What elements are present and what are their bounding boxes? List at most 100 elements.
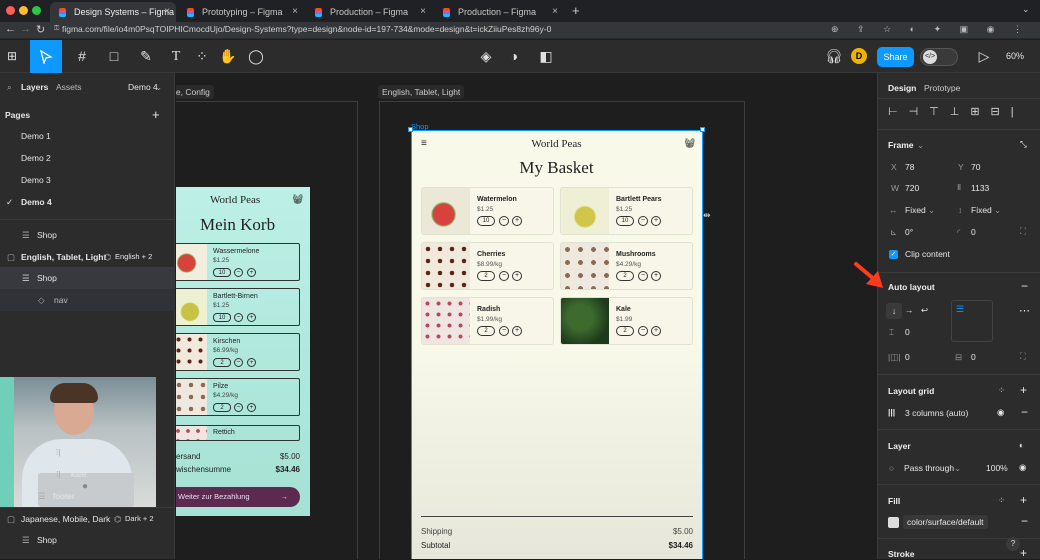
resize-handle[interactable] [700, 127, 705, 132]
close-tab-icon[interactable]: × [552, 2, 558, 22]
search-icon[interactable]: ⌕ [7, 76, 12, 98]
tab-design[interactable]: Design [888, 83, 916, 93]
chevron-down-icon[interactable]: ⌄ [928, 205, 935, 216]
layer-item[interactable]: ☰ Shop [0, 529, 175, 551]
layer-item[interactable]: ☰ footer [0, 485, 175, 507]
layer-item[interactable]: ◇ nav [0, 289, 175, 311]
individual-padding-icon[interactable]: ⛶ [1020, 351, 1026, 362]
vertical-padding-input[interactable]: 0 [971, 352, 976, 362]
auto-layout-heading[interactable]: Auto layout [888, 282, 935, 292]
browser-tab[interactable]: Production – Figma × [306, 2, 432, 22]
quantity-field[interactable]: 10 [213, 268, 231, 277]
plus-icon[interactable]: + [651, 326, 661, 336]
layer-item[interactable]: ☰ Shop [0, 224, 175, 246]
independent-corners-icon[interactable]: ⛶ [1020, 226, 1026, 237]
share-button[interactable]: Share [877, 47, 914, 67]
minus-icon[interactable]: − [234, 268, 243, 277]
opacity-input[interactable]: 100% [986, 463, 1008, 473]
add-grid-icon[interactable]: + [1020, 383, 1027, 397]
layout-grid-value[interactable]: 3 columns (auto) [905, 408, 968, 418]
add-fill-icon[interactable]: + [1020, 493, 1027, 507]
tab-layers[interactable]: Layers [21, 76, 48, 98]
radius-input[interactable]: 0 [971, 227, 976, 237]
quantity-field[interactable]: 10 [213, 313, 231, 322]
present-icon[interactable]: ▷ [968, 40, 1000, 73]
add-page-icon[interactable]: + [152, 104, 160, 126]
list-item[interactable]: Kirschen $6.99/kg 2− + [176, 333, 300, 371]
forward-icon[interactable]: → [20, 23, 31, 35]
minus-icon[interactable]: − [499, 326, 509, 336]
layer-item[interactable]: ▢ English, Tablet, Light ⌬ English + 2 [0, 246, 175, 268]
alignment-tools[interactable]: ⊢⊣⊤⊥⊞⊟| [888, 105, 1025, 118]
dev-mode-toggle[interactable]: </> [920, 48, 958, 66]
width-input[interactable]: 720 [905, 183, 919, 193]
checkout-button[interactable]: Weiter zur Bezahlung → [176, 487, 300, 507]
design-canvas[interactable]: le, Config English, Tablet, Light World … [176, 73, 876, 559]
list-item[interactable]: Pilze $4.29/kg 2− + [176, 378, 300, 416]
alignment-grid[interactable]: ☰ [951, 300, 993, 342]
theme-contrast-icon[interactable]: ◑ [498, 40, 530, 73]
product-card[interactable]: Radish $1.99/kg 2− + [421, 297, 554, 345]
minus-icon[interactable]: − [234, 403, 243, 412]
remove-auto-layout-icon[interactable]: − [1021, 279, 1028, 293]
page-switcher[interactable]: Demo 4 [128, 76, 158, 98]
basket-icon[interactable]: 🧺︎ [684, 138, 695, 149]
chevron-down-icon[interactable]: ⌄ [1022, 4, 1030, 15]
quantity-field[interactable]: 2 [616, 326, 634, 336]
plus-icon[interactable]: + [247, 268, 256, 277]
chevron-down-icon[interactable]: ⌄ [155, 76, 162, 98]
x-input[interactable]: 78 [905, 162, 914, 172]
minus-icon[interactable]: − [638, 326, 648, 336]
minus-icon[interactable]: − [638, 216, 648, 226]
wrap-icon[interactable]: ↩ [921, 305, 928, 316]
frame-heading[interactable]: Frame [888, 140, 914, 150]
frame-label[interactable]: English, Tablet, Light [378, 85, 465, 99]
layer-item[interactable]: ⁞| kale [0, 463, 175, 485]
close-tab-icon[interactable]: × [164, 2, 170, 22]
grid-styles-icon[interactable]: ⁘ [998, 385, 1005, 396]
list-item[interactable]: Bartlett-Birnen $1.25 10− + [176, 288, 300, 326]
resize-handle[interactable] [408, 127, 413, 132]
minus-icon[interactable]: − [638, 271, 648, 281]
more-options-icon[interactable]: ⋯ [1019, 304, 1030, 317]
layer-item-selected[interactable]: ☰ Shop [0, 267, 175, 289]
browser-tab[interactable]: Design Systems – Figma × [50, 2, 176, 22]
help-icon[interactable]: ? [1006, 537, 1020, 551]
page-item-demo-2[interactable]: Demo 2 [0, 147, 175, 169]
fill-styles-icon[interactable]: ⁘ [998, 495, 1005, 506]
plus-icon[interactable]: + [512, 326, 522, 336]
quantity-field[interactable]: 2 [477, 326, 495, 336]
quantity-field[interactable]: 2 [477, 271, 495, 281]
rotation-input[interactable]: 0° [905, 227, 913, 237]
minus-icon[interactable]: − [499, 271, 509, 281]
back-icon[interactable]: ← [5, 23, 16, 35]
vertical-direction-icon[interactable]: ↓ [886, 303, 902, 319]
plus-icon[interactable]: + [651, 216, 661, 226]
minus-icon[interactable]: − [234, 313, 243, 322]
minimize-window-button[interactable] [19, 6, 28, 15]
comment-tool-icon[interactable]: ◯ [240, 40, 272, 73]
shape-tool-icon[interactable]: □ [98, 40, 130, 73]
chevron-down-icon[interactable]: ⌄ [917, 140, 924, 151]
boolean-ops-icon[interactable]: ◧ [530, 40, 562, 73]
frame-tool-icon[interactable]: # [66, 40, 98, 73]
layer-item[interactable]: ▢ Japanese, Mobile, Dark ⌬ Dark + 2 [0, 508, 175, 530]
tab-assets[interactable]: Assets [56, 76, 82, 98]
add-stroke-icon[interactable]: + [1020, 546, 1027, 560]
mode-badge[interactable]: English + 2 [115, 246, 152, 268]
tablet-shop-frame[interactable]: ≡ World Peas 🧺︎ My Basket Watermelon $1.2… [411, 130, 703, 559]
mobile-shop-frame[interactable]: World Peas 🧺︎ Mein Korb Wassermelone $1.2… [176, 187, 310, 516]
plus-icon[interactable]: + [651, 271, 661, 281]
close-tab-icon[interactable]: × [292, 2, 298, 22]
resize-to-fit-icon[interactable]: ⤡ [1020, 139, 1027, 150]
mode-badge[interactable]: Dark + 2 [125, 508, 154, 530]
new-tab-icon[interactable]: + [572, 3, 580, 18]
width-mode-select[interactable]: Fixed [905, 205, 926, 215]
close-tab-icon[interactable]: × [420, 2, 426, 22]
blend-mode-select[interactable]: Pass through [904, 463, 954, 473]
list-item[interactable]: Rettich [176, 425, 300, 441]
browser-tab[interactable]: Prototyping – Figma × [178, 2, 304, 22]
quantity-field[interactable]: 2 [213, 403, 231, 412]
product-card[interactable]: Cherries $8.99/kg 2− + [421, 242, 554, 290]
browser-tab[interactable]: Production – Figma × [434, 2, 564, 22]
